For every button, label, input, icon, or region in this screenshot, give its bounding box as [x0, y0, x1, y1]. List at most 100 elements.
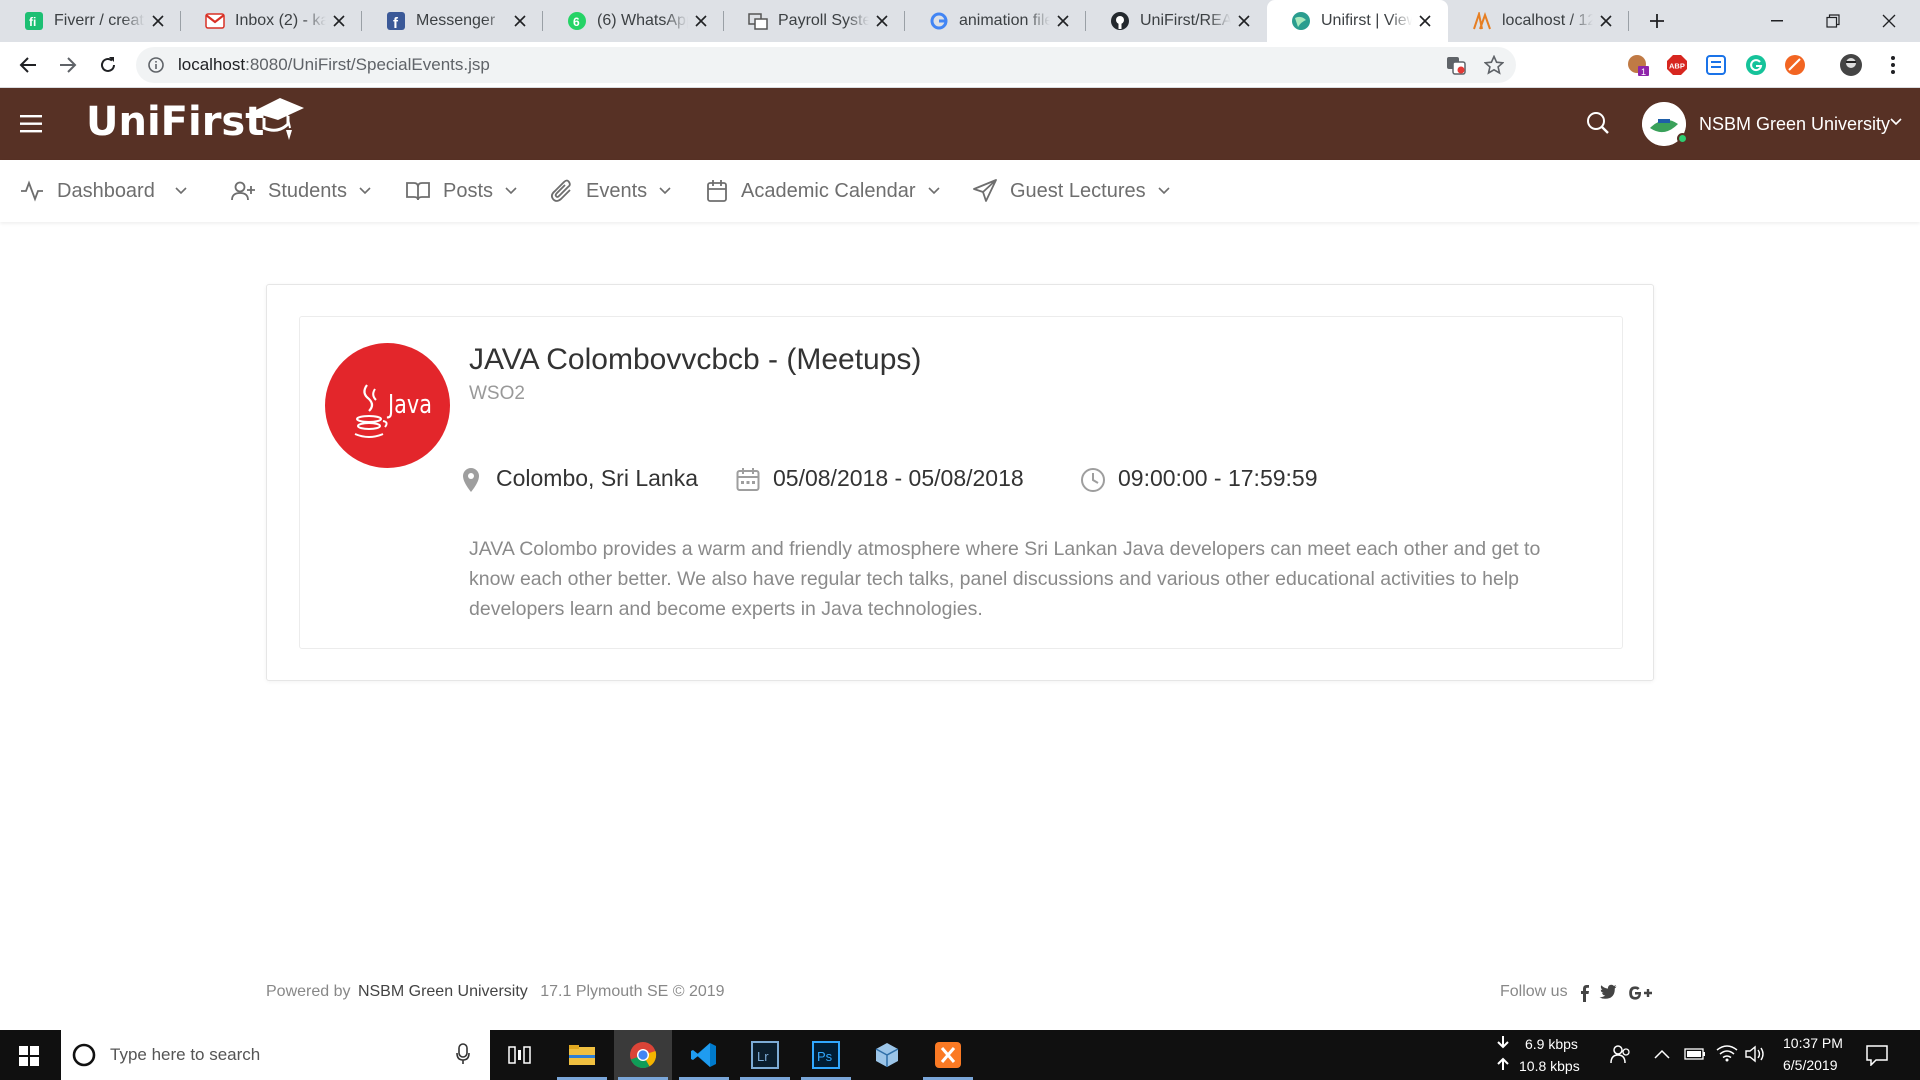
- footer-version: 17.1 Plymouth SE © 2019: [540, 983, 725, 1000]
- nav-item-academic-calendar[interactable]: Academic Calendar: [706, 160, 940, 222]
- restore-button[interactable]: [1804, 0, 1862, 42]
- online-status-dot: [1677, 133, 1688, 144]
- whatsapp-icon: 6: [567, 11, 587, 31]
- close-icon[interactable]: [149, 12, 167, 30]
- nav-item-guest-lectures[interactable]: Guest Lectures: [973, 160, 1170, 222]
- xampp-icon[interactable]: [919, 1030, 977, 1080]
- clock-time[interactable]: 10:37 PM: [1783, 1035, 1843, 1051]
- minimize-button[interactable]: [1748, 0, 1806, 42]
- chrome-icon[interactable]: [614, 1030, 672, 1080]
- chevron-up-icon[interactable]: [1654, 1049, 1670, 1059]
- chevron-down-icon: [927, 187, 940, 195]
- svg-text:ABP: ABP: [1669, 62, 1685, 71]
- globe-icon: [1291, 11, 1311, 31]
- cortana-icon[interactable]: [72, 1043, 96, 1067]
- info-icon[interactable]: [148, 57, 164, 73]
- wifi-icon[interactable]: [1716, 1044, 1738, 1062]
- browser-tab[interactable]: fi Fiverr / creatx_discussion: [0, 0, 181, 42]
- book-open-icon: [406, 180, 430, 202]
- facebook-icon[interactable]: [1579, 984, 1589, 1002]
- chevron-down-icon[interactable]: [1890, 118, 1902, 126]
- virtualbox-icon[interactable]: [858, 1030, 916, 1080]
- github-icon: [1110, 11, 1130, 31]
- close-icon[interactable]: [1597, 12, 1615, 30]
- clock-date[interactable]: 6/5/2019: [1783, 1057, 1838, 1073]
- address-bar[interactable]: localhost:8080/UniFirst/SpecialEvents.js…: [136, 47, 1516, 83]
- browser-tab[interactable]: Inbox (2) - kavinda: [181, 0, 362, 42]
- google-plus-icon[interactable]: [1628, 984, 1653, 1002]
- plus-icon: [1650, 14, 1664, 28]
- extension-cookie-icon[interactable]: 1: [1625, 52, 1651, 78]
- svg-text:1: 1: [1641, 67, 1646, 77]
- grammarly-icon[interactable]: [1743, 52, 1769, 78]
- browser-tab[interactable]: f Messenger: [362, 0, 543, 42]
- chevron-down-icon: [1158, 187, 1170, 195]
- new-tab-button[interactable]: [1637, 0, 1677, 42]
- browser-tab[interactable]: localhost / 127.0.0.1: [1448, 0, 1629, 42]
- event-dates: 05/08/2018 - 05/08/2018: [773, 465, 1024, 491]
- url-path: :8080/UniFirst/SpecialEvents.jsp: [245, 55, 490, 74]
- profile-avatar-icon[interactable]: [1838, 52, 1864, 78]
- extension-orange-icon[interactable]: [1782, 52, 1808, 78]
- nav-label: Events: [586, 179, 648, 202]
- svg-text:6: 6: [573, 15, 580, 29]
- battery-icon[interactable]: [1684, 1047, 1706, 1061]
- task-view-icon[interactable]: [491, 1030, 549, 1080]
- event-title: JAVA Colombovvcbcb - (Meetups): [469, 343, 922, 376]
- chevron-down-icon: [505, 187, 517, 195]
- browser-tab[interactable]: 6 (6) WhatsApp: [543, 0, 724, 42]
- search-icon[interactable]: [1586, 111, 1610, 135]
- nav-item-posts[interactable]: Posts: [406, 160, 517, 222]
- send-icon: [973, 179, 997, 203]
- reload-button[interactable]: [88, 45, 128, 85]
- microphone-icon[interactable]: [456, 1043, 470, 1065]
- twitter-icon[interactable]: [1599, 984, 1617, 1000]
- chevron-down-icon: [359, 187, 371, 195]
- browser-tab[interactable]: UniFirst/README.md: [1086, 0, 1267, 42]
- volume-icon[interactable]: [1745, 1045, 1767, 1063]
- vscode-icon[interactable]: [675, 1030, 733, 1080]
- reader-extension-icon[interactable]: [1703, 52, 1729, 78]
- event-location: Colombo, Sri Lanka: [496, 465, 698, 491]
- close-icon[interactable]: [1054, 12, 1072, 30]
- windows-start-icon[interactable]: [19, 1046, 39, 1066]
- notifications-icon[interactable]: [1866, 1044, 1888, 1066]
- browser-tab[interactable]: animation file download: [905, 0, 1086, 42]
- nav-item-dashboard[interactable]: Dashboard: [20, 160, 187, 222]
- close-icon[interactable]: [330, 12, 348, 30]
- star-icon[interactable]: [1484, 55, 1504, 75]
- footer-org-link[interactable]: NSBM Green University: [358, 983, 528, 1000]
- calendar-icon: [706, 179, 728, 203]
- tab-title: Fiverr / creatx_discussion: [54, 12, 145, 29]
- hamburger-menu-icon[interactable]: [20, 115, 44, 135]
- file-explorer-icon[interactable]: [553, 1030, 611, 1080]
- browser-tab-strip: fi Fiverr / creatx_discussion Inbox (2) …: [0, 0, 1920, 42]
- calendar-icon: [736, 467, 760, 492]
- close-icon[interactable]: [873, 12, 891, 30]
- browser-menu-icon[interactable]: [1880, 52, 1906, 78]
- event-organizer: WSO2: [469, 383, 525, 404]
- translate-icon[interactable]: [1446, 55, 1466, 75]
- nav-item-students[interactable]: Students: [231, 160, 371, 222]
- close-icon[interactable]: [1235, 12, 1253, 30]
- browser-tab[interactable]: Payroll System: [724, 0, 905, 42]
- close-icon[interactable]: [692, 12, 710, 30]
- forward-button[interactable]: [48, 45, 88, 85]
- close-window-button[interactable]: [1860, 0, 1918, 42]
- user-plus-icon: [231, 180, 255, 202]
- close-icon[interactable]: [511, 12, 529, 30]
- restore-icon: [1826, 14, 1840, 28]
- nav-item-events[interactable]: Events: [551, 160, 671, 222]
- browser-tab-active[interactable]: Unifirst | View Events: [1267, 0, 1448, 42]
- photoshop-icon[interactable]: Ps: [797, 1030, 855, 1080]
- nav-label: Dashboard: [57, 179, 155, 202]
- tab-title: (6) WhatsApp: [597, 12, 688, 29]
- close-icon[interactable]: [1416, 12, 1434, 30]
- nav-label: Guest Lectures: [1010, 179, 1146, 202]
- brand-logo[interactable]: UniFirst: [86, 99, 264, 145]
- people-icon[interactable]: [1610, 1043, 1632, 1065]
- user-name[interactable]: NSBM Green University: [1699, 114, 1890, 135]
- adblock-icon[interactable]: ABP: [1664, 52, 1690, 78]
- back-button[interactable]: [8, 45, 48, 85]
- lightroom-icon[interactable]: Lr: [736, 1030, 794, 1080]
